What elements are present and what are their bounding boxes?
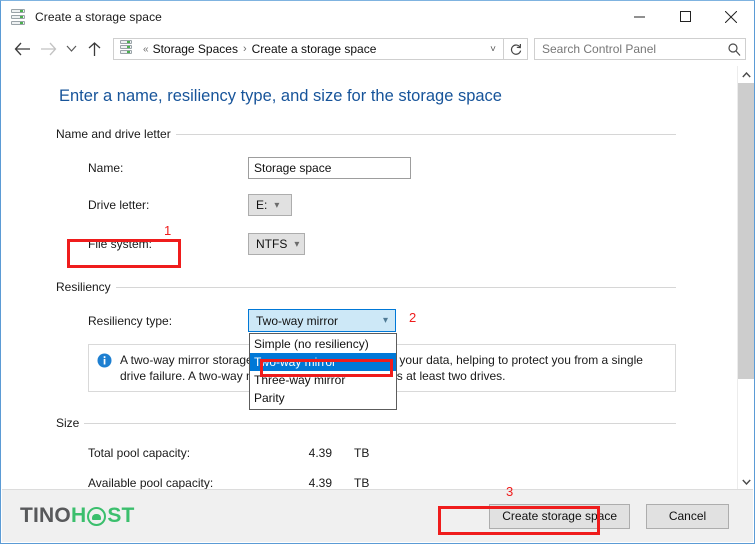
annotation-number-1: 1: [164, 223, 172, 238]
dropdown-option-two-way-mirror[interactable]: Two-way mirror: [250, 353, 396, 371]
group-name-and-drive-letter: Name and drive letter Name: Drive letter…: [56, 127, 676, 255]
content-area: Enter a name, resiliency type, and size …: [2, 66, 753, 490]
footer-bar: TINO H ST Create storage space Cancel: [2, 489, 753, 542]
chevron-down-icon: ▾: [382, 315, 388, 326]
cloud-circle-icon: [87, 506, 107, 526]
row-total-pool-capacity: Total pool capacity: 4.39 TB: [56, 446, 676, 460]
drive-letter-label: Drive letter:: [88, 198, 150, 212]
page-title: Enter a name, resiliency type, and size …: [59, 87, 502, 105]
logo-text-tino: TINO: [20, 504, 71, 527]
refresh-button[interactable]: [504, 38, 528, 60]
back-button[interactable]: [9, 36, 35, 62]
file-system-value: NTFS: [256, 237, 288, 251]
group-legend-resiliency: Resiliency: [56, 280, 676, 294]
create-storage-space-button[interactable]: Create storage space: [489, 503, 630, 529]
divider: [84, 422, 676, 424]
breadcrumb[interactable]: « Storage Spaces › Create a storage spac…: [113, 38, 504, 60]
name-label: Name:: [88, 161, 124, 175]
row-name: Name:: [56, 157, 676, 179]
row-available-pool-capacity: Available pool capacity: 4.39 TB: [56, 476, 676, 490]
window-controls: [616, 1, 754, 32]
information-icon: [97, 353, 112, 384]
cancel-button[interactable]: Cancel: [646, 503, 729, 529]
dropdown-option-simple[interactable]: Simple (no resiliency): [250, 335, 396, 353]
resiliency-type-label: Resiliency type:: [88, 313, 173, 328]
search-box[interactable]: [534, 38, 746, 60]
group-legend-text: Name and drive letter: [56, 127, 171, 141]
breadcrumb-item-create-a-storage-space[interactable]: Create a storage space: [252, 42, 377, 56]
dropdown-option-three-way-mirror[interactable]: Three-way mirror: [250, 371, 396, 389]
row-resiliency-type: Resiliency type: Two-way mirror ▾ Simple…: [56, 309, 676, 410]
group-legend-text: Size: [56, 416, 80, 430]
group-legend-size: Size: [56, 416, 676, 430]
scrollbar-thumb[interactable]: [738, 83, 754, 379]
drive-letter-value: E:: [256, 198, 268, 212]
total-pool-capacity-label: Total pool capacity:: [88, 446, 191, 460]
total-pool-capacity-unit: TB: [354, 446, 370, 460]
scroll-up-button[interactable]: [738, 66, 754, 83]
logo-text-st: ST: [107, 504, 135, 527]
create-storage-space-window: Create a storage space « Storage Spaces …: [0, 0, 755, 544]
address-bar: « Storage Spaces › Create a storage spac…: [1, 32, 754, 66]
divider: [115, 286, 676, 288]
file-system-label: File system:: [88, 237, 153, 251]
drive-letter-select[interactable]: E: ▾: [248, 194, 292, 216]
storage-drive-icon: [120, 39, 132, 59]
scroll-down-button[interactable]: [738, 473, 754, 490]
scroll-content: Enter a name, resiliency type, and size …: [2, 66, 720, 490]
maximize-button[interactable]: [662, 1, 708, 32]
chevron-down-icon[interactable]: ˅: [483, 44, 503, 55]
annotation-number-2: 2: [409, 310, 417, 325]
row-drive-letter: Drive letter: E: ▾: [56, 194, 676, 216]
recent-locations-button[interactable]: [61, 36, 81, 62]
vertical-scrollbar[interactable]: [737, 66, 754, 490]
tinohost-logo: TINO H ST: [20, 504, 135, 528]
chevron-down-icon: ▾: [294, 238, 300, 250]
storage-drive-icon: [11, 8, 27, 25]
breadcrumb-overflow-chevron[interactable]: «: [143, 44, 149, 55]
logo-text-h: H: [70, 504, 87, 527]
divider: [175, 133, 676, 135]
total-pool-capacity-value: 4.39: [308, 446, 332, 460]
resiliency-type-dropdown-list[interactable]: Simple (no resiliency) Two-way mirror Th…: [249, 333, 397, 410]
group-legend-text: Resiliency: [56, 280, 111, 294]
search-icon[interactable]: [723, 42, 745, 56]
name-input[interactable]: [248, 157, 411, 179]
close-button[interactable]: [708, 1, 754, 32]
group-legend-name-and-drive-letter: Name and drive letter: [56, 127, 676, 141]
breadcrumb-item-storage-spaces[interactable]: Storage Spaces: [153, 42, 238, 56]
annotation-number-3: 3: [506, 484, 514, 499]
dropdown-option-parity[interactable]: Parity: [250, 389, 396, 407]
minimize-button[interactable]: [616, 1, 662, 32]
search-input[interactable]: [535, 42, 723, 56]
file-system-select[interactable]: NTFS ▾: [248, 233, 305, 255]
row-file-system: File system: NTFS ▾: [56, 233, 676, 255]
breadcrumb-separator: ›: [242, 43, 247, 55]
group-size: Size Total pool capacity: 4.39 TB Availa…: [56, 416, 676, 490]
window-title: Create a storage space: [35, 9, 162, 24]
resiliency-type-value: Two-way mirror: [256, 313, 339, 328]
chevron-down-icon: ▾: [274, 199, 280, 211]
up-one-level-button[interactable]: [81, 36, 107, 62]
resiliency-type-select[interactable]: Two-way mirror ▾ Simple (no resiliency) …: [248, 309, 397, 410]
available-pool-capacity-label: Available pool capacity:: [88, 476, 214, 490]
group-resiliency: Resiliency Resiliency type: Two-way mirr…: [56, 280, 676, 410]
available-pool-capacity-unit: TB: [354, 476, 370, 490]
available-pool-capacity-value: 4.39: [308, 476, 332, 490]
title-bar: Create a storage space: [1, 1, 754, 32]
scrollbar-track[interactable]: [738, 83, 754, 473]
footer-buttons: Create storage space Cancel: [489, 503, 729, 529]
forward-button[interactable]: [35, 36, 61, 62]
